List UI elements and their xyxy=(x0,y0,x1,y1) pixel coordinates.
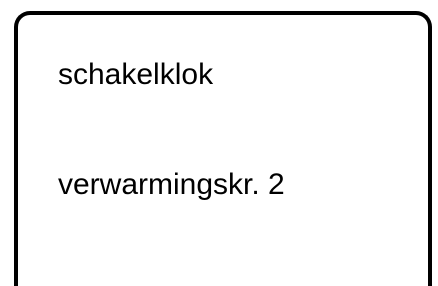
display-line-2: verwarmingskr. 2 xyxy=(58,168,285,201)
display-panel: schakelklok verwarmingskr. 2 xyxy=(14,11,432,286)
display-line-1: schakelklok xyxy=(58,58,214,91)
